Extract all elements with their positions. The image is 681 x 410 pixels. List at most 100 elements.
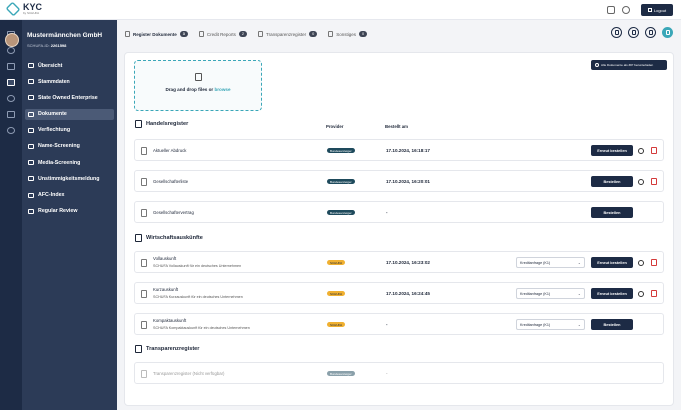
dropzone-text: Drag and drop files or <box>165 87 215 92</box>
download-icon[interactable] <box>638 148 644 154</box>
sidebar-item-label: Stammdaten <box>38 78 70 85</box>
document-row: Gesellschaftervertrag Bundesanzeiger - B… <box>134 201 664 223</box>
document-description: SCHUFA Kompaktauskunft für ein deutsches… <box>153 326 250 330</box>
document-row: Aktueller Abdruck Bundesanzeiger 17.10.2… <box>134 139 664 161</box>
sidebar-item-afc-index[interactable]: AFC-Index <box>25 190 114 201</box>
document-row: Transparenzregister (Nicht verfügbar) Bu… <box>134 362 664 384</box>
avatar[interactable] <box>5 33 19 47</box>
schufa-label: SCHUFA-ID: <box>27 43 50 48</box>
tab-label: Credit Reports <box>206 31 236 37</box>
sidebar-item-label: State Owned Enterprise <box>38 94 98 101</box>
reorder-button[interactable]: Erneut bestellen <box>591 288 633 299</box>
document-tabs: Register Dokumente 3 Credit Reports 2 Tran… <box>125 31 368 37</box>
comment-button[interactable] <box>645 27 656 38</box>
sidebar-item-name-screening[interactable]: Name-Screening <box>25 141 114 152</box>
purpose-select[interactable]: Kreditanfrage (K1) ⌄ <box>516 257 585 268</box>
provider-badge: SCHUFA <box>327 322 346 327</box>
trash-icon[interactable] <box>651 147 657 154</box>
document-name: Kompaktauskunft <box>153 318 187 323</box>
tab-count-badge: 0 <box>309 31 318 37</box>
download-icon[interactable] <box>638 291 644 297</box>
download-icon[interactable] <box>638 179 644 185</box>
lock-icon <box>665 30 670 35</box>
tab-sonstiges[interactable]: Sonstiges 0 <box>328 31 368 37</box>
settings-rail-icon[interactable] <box>7 127 15 134</box>
trash-icon[interactable] <box>651 259 657 266</box>
order-button[interactable]: Bestellen <box>591 319 633 330</box>
provider-badge: Bundesanzeiger <box>327 148 355 153</box>
section-transparenzregister: Transparenzregister <box>135 345 199 353</box>
ordered-date: - <box>386 210 388 215</box>
provider-badge: Bundesanzeiger <box>327 210 355 215</box>
tab-label: Sonstiges <box>336 31 357 37</box>
provider-badge: Bundesanzeiger <box>327 179 355 184</box>
trash-icon[interactable] <box>651 178 657 185</box>
ordered-date: 17.10.2024, 16:24:45 <box>386 291 430 296</box>
news-button[interactable] <box>611 27 622 38</box>
sidebar-item-label: AFC-Index <box>38 192 65 198</box>
sidebar-item-verflechtung[interactable]: Verflechtung <box>25 125 114 136</box>
download-icon <box>595 63 599 67</box>
download-all-label: Alle Dokumente als ZIP herunterladen <box>601 63 654 67</box>
order-button[interactable]: Bestellen <box>591 207 633 218</box>
document-name: Kurzauskunft <box>153 287 179 292</box>
section-handelsregister: Handelsregister <box>135 120 188 128</box>
logout-button[interactable]: Logout <box>641 4 673 16</box>
notes-button[interactable] <box>628 27 639 38</box>
tab-count-badge: 3 <box>179 31 188 37</box>
document-icon <box>125 31 130 37</box>
sidebar-item-state-owned[interactable]: State Owned Enterprise <box>25 92 114 103</box>
provider-badge: Bundesanzeiger <box>327 371 355 376</box>
export-rail-icon[interactable] <box>7 111 15 118</box>
section-title: Transparenzregister <box>146 346 200 352</box>
pdf-file-icon <box>141 290 147 298</box>
comment-icon <box>648 30 653 35</box>
sidebar-item-label: Dokumente <box>38 111 67 118</box>
notes-icon <box>631 30 636 35</box>
sidebar-item-unstimmigkeitsmeldung[interactable]: Unstimmigkeitsmeldung <box>25 173 114 184</box>
sidebar-item-regular-review[interactable]: Regular Review <box>25 206 114 217</box>
reorder-button[interactable]: Erneut bestellen <box>591 257 633 268</box>
browse-link[interactable]: browse <box>214 87 230 92</box>
sidebar-item-label: Regular Review <box>38 208 78 215</box>
schufa-id-value: 2261598 <box>50 43 67 48</box>
tab-credit-reports[interactable]: Credit Reports 2 <box>198 31 248 37</box>
quick-actions <box>605 27 673 38</box>
sidebar-item-label: Verflechtung <box>38 127 71 134</box>
refresh-rail-icon[interactable] <box>7 95 15 102</box>
sidebar-item-label: Name-Screening <box>38 143 80 150</box>
tab-register-dokumente[interactable]: Register Dokumente 3 <box>125 31 188 37</box>
file-dropzone[interactable]: Drag and drop files or browse <box>134 60 262 111</box>
main-content: Register Dokumente 3 Credit Reports 2 Tran… <box>117 20 681 410</box>
sidebar-item-dokumente[interactable]: Dokumente <box>25 108 114 120</box>
sidebar-item-uebersicht[interactable]: Übersicht <box>25 60 114 71</box>
sidebar-item-stammdaten[interactable]: Stammdaten <box>25 76 114 87</box>
download-all-zip-button[interactable]: Alle Dokumente als ZIP herunterladen <box>591 60 667 70</box>
tab-transparenzregister[interactable]: Transparenzregister 0 <box>258 31 318 37</box>
reorder-button[interactable]: Erneut bestellen <box>591 145 633 156</box>
order-button[interactable]: Bestellen <box>591 176 633 187</box>
purpose-select[interactable]: Kreditanfrage (K1) ⌄ <box>516 319 585 330</box>
lock-button[interactable] <box>662 27 673 38</box>
ordered-date: 17.10.2024, 16:18:17 <box>386 148 430 153</box>
document-name: Gesellschafterliste <box>153 179 189 184</box>
sidebar-item-media-screening[interactable]: Media-Screening <box>25 157 114 168</box>
purpose-select[interactable]: Kreditanfrage (K1) ⌄ <box>516 288 585 299</box>
sidebar-item-label: Media-Screening <box>38 159 81 166</box>
column-ordered: Bestellt am <box>385 124 408 129</box>
folder-rail-icon[interactable] <box>7 79 15 86</box>
document-name: Aktueller Abdruck <box>153 148 187 153</box>
mail-icon[interactable] <box>607 6 615 14</box>
building-icon <box>28 95 34 101</box>
trash-icon[interactable] <box>651 290 657 297</box>
section-title: Handelsregister <box>146 121 189 127</box>
reports-rail-icon[interactable] <box>7 63 15 70</box>
download-icon[interactable] <box>638 260 644 266</box>
user-rail-icon[interactable] <box>7 47 15 54</box>
sidebar: Mustermännchen GmbH SCHUFA-ID: 2261598 Ü… <box>5 20 117 410</box>
help-icon[interactable] <box>622 6 630 14</box>
chevron-down-icon: ⌄ <box>577 260 581 265</box>
tab-count-badge: 2 <box>238 31 248 37</box>
document-name: Gesellschaftervertrag <box>153 210 194 215</box>
master-data-icon <box>28 79 34 85</box>
